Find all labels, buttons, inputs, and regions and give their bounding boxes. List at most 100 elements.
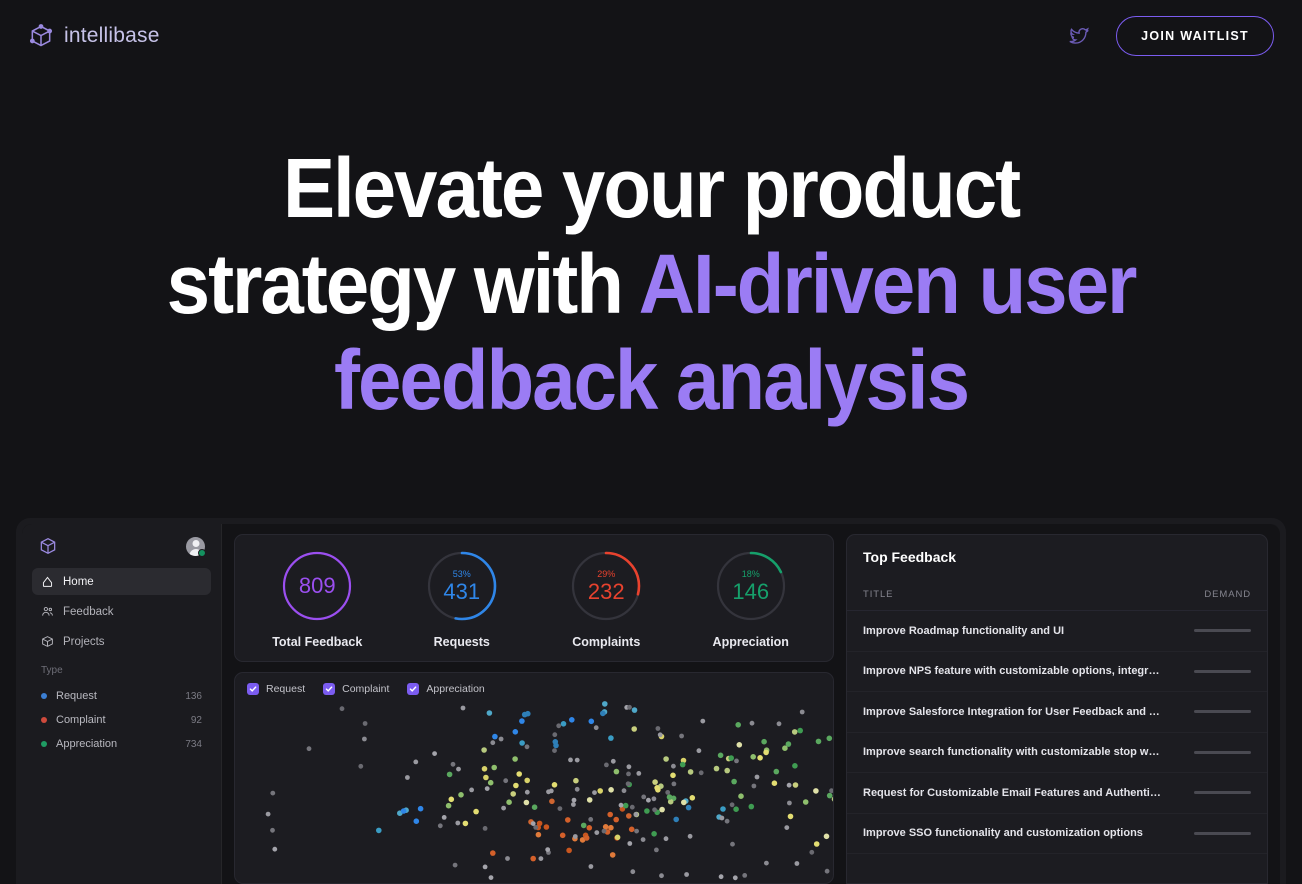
status-badge [198, 548, 206, 557]
twitter-icon[interactable] [1068, 25, 1090, 47]
checkbox[interactable] [247, 683, 259, 695]
page-title: Elevate your product strategy with AI-dr… [120, 140, 1182, 428]
table-header: TITLE DEMAND [847, 579, 1267, 611]
legend-label: Request [266, 683, 306, 695]
scatter-plot[interactable] [247, 699, 833, 883]
type-label: Request [56, 690, 97, 702]
brand[interactable]: intellibase [28, 23, 160, 49]
type-filter-complaint[interactable]: Complaint 92 [32, 708, 211, 732]
metric-value: 232 [587, 578, 625, 604]
legend-toggle-appreciation[interactable]: Appreciation [407, 683, 485, 695]
type-color-dot [41, 717, 47, 723]
feedback-title: Request for Customizable Email Features … [863, 786, 1163, 799]
cube-icon [42, 636, 53, 647]
sidebar-item-label: Home [63, 575, 94, 588]
demand-bar-track [1194, 791, 1251, 795]
metric-percent: 53% [452, 568, 471, 579]
top-nav: intellibase JOIN WAITLIST [0, 0, 1302, 72]
check-icon [249, 686, 257, 692]
demand-bar-track [1194, 831, 1251, 835]
legend-label: Appreciation [426, 683, 485, 695]
type-filter-request[interactable]: Request 136 [32, 684, 211, 708]
metric-appreciation[interactable]: 18% 146 Appreciation [679, 549, 824, 649]
donut-chart: 809 [280, 549, 354, 623]
cube-logo-icon[interactable] [38, 536, 58, 556]
demand-bar-track [1194, 750, 1251, 754]
table-row[interactable]: Improve search functionality with custom… [847, 733, 1267, 773]
avatar[interactable] [186, 536, 206, 557]
sidebar-nav: Home Feedback Projects [32, 568, 211, 655]
dashboard-main: 809 Total Feedback 53% 431 Requests 29% … [222, 524, 1280, 884]
table-row[interactable]: Improve NPS feature with customizable op… [847, 652, 1267, 692]
scatter-card: Request Complaint Appreciation [234, 672, 834, 884]
dashboard-main-left: 809 Total Feedback 53% 431 Requests 29% … [234, 534, 834, 884]
type-filter-appreciation[interactable]: Appreciation 734 [32, 732, 211, 756]
donut-chart: 53% 431 [425, 549, 499, 623]
feedback-table-body: Improve Roadmap functionality and UI Imp… [847, 611, 1267, 854]
feedback-title: Improve Salesforce Integration for User … [863, 705, 1163, 718]
check-icon [410, 686, 417, 692]
users-icon [42, 606, 53, 616]
brand-name: intellibase [64, 24, 160, 47]
dashboard-preview: Home Feedback Projects Type Request 136 … [16, 518, 1286, 884]
metric-value: 146 [732, 578, 770, 604]
metric-requests[interactable]: 53% 431 Requests [390, 549, 535, 649]
dashboard-sidebar: Home Feedback Projects Type Request 136 … [22, 524, 222, 884]
cube-logo-icon [29, 24, 53, 47]
checkbox[interactable] [323, 683, 336, 695]
type-label: Complaint [56, 714, 106, 726]
metrics-card: 809 Total Feedback 53% 431 Requests 29% … [234, 534, 834, 662]
table-row[interactable]: Improve SSO functionality and customizat… [847, 814, 1267, 854]
type-count: 734 [185, 738, 202, 750]
column-header-title: TITLE [863, 589, 894, 600]
join-waitlist-button[interactable]: JOIN WAITLIST [1116, 16, 1274, 56]
home-icon [42, 576, 53, 587]
metric-label: Total Feedback [272, 635, 363, 649]
panel-title: Top Feedback [863, 549, 957, 565]
hero-line-3-accent: feedback analysis [334, 333, 970, 427]
feedback-title: Improve NPS feature with customizable op… [863, 665, 1163, 678]
demand-bar-track [1194, 710, 1251, 714]
type-filter-label: Type [41, 665, 63, 676]
sidebar-item-home[interactable]: Home [32, 568, 211, 595]
sidebar-item-projects[interactable]: Projects [32, 628, 211, 655]
demand-bar-track [1194, 669, 1251, 673]
donut-chart: 29% 232 [569, 549, 643, 623]
demand-bar-track [1194, 629, 1251, 633]
type-color-dot [41, 693, 47, 699]
legend-toggle-complaint[interactable]: Complaint [323, 683, 389, 695]
hero-line-1: Elevate your product [282, 141, 1021, 235]
type-count: 92 [190, 714, 202, 726]
feedback-title: Improve SSO functionality and customizat… [863, 827, 1143, 840]
metric-total-feedback[interactable]: 809 Total Feedback [245, 549, 390, 649]
nav-actions: JOIN WAITLIST [1068, 16, 1274, 56]
hero-section: Elevate your product strategy with AI-dr… [0, 140, 1302, 428]
top-feedback-panel: Top Feedback TITLE DEMAND Improve Roadma… [846, 534, 1268, 884]
sidebar-item-label: Projects [63, 635, 105, 648]
type-filter-list: Request 136 Complaint 92 Appreciation 73… [32, 684, 211, 756]
sidebar-item-feedback[interactable]: Feedback [32, 598, 211, 625]
scatter-legend: Request Complaint Appreciation [247, 683, 821, 695]
metric-percent: 29% [597, 568, 616, 579]
table-row[interactable]: Improve Roadmap functionality and UI [847, 611, 1267, 652]
dashboard-window: Home Feedback Projects Type Request 136 … [22, 524, 1280, 884]
table-row[interactable]: Improve Salesforce Integration for User … [847, 692, 1267, 733]
metric-label: Requests [433, 635, 490, 649]
metric-complaints[interactable]: 29% 232 Complaints [534, 549, 679, 649]
legend-toggle-request[interactable]: Request [247, 683, 305, 695]
feedback-title: Improve search functionality with custom… [863, 746, 1163, 759]
legend-label: Complaint [342, 683, 390, 695]
sidebar-item-label: Feedback [63, 605, 114, 618]
hero-line-2-plain: strategy with [166, 237, 639, 331]
scatter-canvas [265, 701, 833, 881]
table-row[interactable]: Request for Customizable Email Features … [847, 773, 1267, 814]
feedback-title: Improve Roadmap functionality and UI [863, 624, 1065, 637]
check-icon [325, 686, 333, 692]
metric-percent: 18% [741, 568, 760, 579]
type-count: 136 [185, 690, 202, 702]
metric-value: 809 [298, 573, 336, 598]
checkbox[interactable] [407, 683, 420, 695]
type-label: Appreciation [56, 738, 118, 750]
hero-line-2-accent: AI-driven user [638, 237, 1138, 331]
column-header-demand: DEMAND [1204, 589, 1251, 600]
